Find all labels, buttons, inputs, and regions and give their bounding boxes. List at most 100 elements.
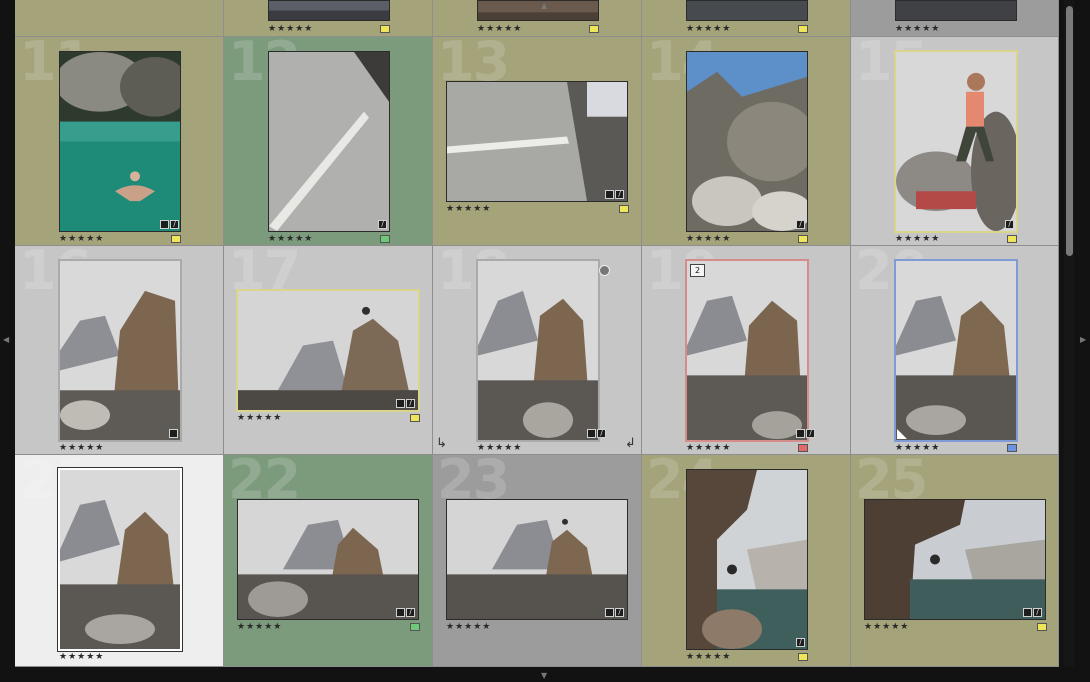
color-label-green[interactable] [380,235,390,243]
grid-cell-23[interactable]: 23 / ★★★★★ [433,455,642,667]
star-rating[interactable]: ★★★★★ [864,622,909,632]
badge-crop-icon[interactable] [605,608,614,617]
thumbnail[interactable] [59,51,181,232]
thumbnail[interactable] [268,51,390,232]
badge-crop-icon[interactable] [1023,608,1032,617]
thumbnail[interactable] [864,499,1046,620]
star-rating[interactable]: ★★★★★ [446,204,491,214]
stack-count-badge[interactable]: 2 [690,264,706,277]
thumbnail[interactable] [686,0,808,21]
star-rating[interactable]: ★★★★★ [686,234,731,244]
star-rating[interactable]: ★★★★★ [895,24,940,34]
grid-cell-12[interactable]: 12 / ★★★★★ [224,37,433,246]
star-rating[interactable]: ★★★★★ [686,24,731,34]
color-label-yellow[interactable] [380,25,390,33]
color-label-yellow[interactable] [798,25,808,33]
grid-cell-25[interactable]: 25 / ★★★★★ [851,455,1059,667]
grid-cell-18[interactable]: 18 / ★★★★★ ↳ ↲ [433,246,642,455]
badge-develop-icon[interactable]: / [615,608,624,617]
color-label-yellow[interactable] [171,235,181,243]
star-rating[interactable]: ★★★★★ [446,622,491,632]
star-rating[interactable]: ★★★★★ [237,622,282,632]
thumbnail[interactable] [477,0,599,21]
badge-develop-icon[interactable]: / [406,608,415,617]
grid-cell-15[interactable]: 15 / ★★★★★ [851,37,1059,246]
color-label-yellow[interactable] [410,414,420,422]
grid-cell[interactable]: ★★★★★ [433,0,642,37]
virtual-copy-icon[interactable] [599,265,610,276]
badge-develop-icon[interactable]: / [1033,608,1042,617]
thumbnail[interactable] [58,259,182,442]
badge-crop-icon[interactable] [169,429,178,438]
badge-develop-icon[interactable]: / [170,220,179,229]
color-label-yellow[interactable] [589,25,599,33]
thumbnail[interactable] [895,0,1017,21]
star-rating[interactable]: ★★★★★ [268,234,313,244]
grid-cell-17[interactable]: 17 / ★★★★★ [224,246,433,455]
grid-cell[interactable]: ★★★★★ [642,0,851,37]
star-rating[interactable]: ★★★★★ [686,443,731,453]
thumbnail-selected[interactable] [685,259,809,442]
badge-develop-icon[interactable]: / [806,429,815,438]
stack-return-icon[interactable]: ↲ [625,436,636,451]
grid-cell-21[interactable]: 21 ★★★★★ [15,455,224,667]
badge-crop-icon[interactable] [796,429,805,438]
thumbnail[interactable] [686,469,808,650]
thumbnail[interactable] [686,51,808,232]
thumbnail[interactable] [476,259,600,442]
thumbnail[interactable] [237,499,419,620]
badge-develop-icon[interactable]: / [615,190,624,199]
scrollbar-thumb[interactable] [1066,6,1073,256]
thumbnail[interactable] [268,0,390,21]
star-rating[interactable]: ★★★★★ [268,24,313,34]
thumbnail[interactable] [446,499,628,620]
thumbnail-selected[interactable] [57,467,183,652]
grid-cell-11[interactable]: 11 / ★★★★★ [15,37,224,246]
edge-arrow-icon[interactable]: ▶ [1080,335,1086,344]
star-rating[interactable]: ★★★★★ [59,443,104,453]
library-grid[interactable]: ★★★★★ ★★★★★ ★★★★★ ★★★★★ 11 / ★★★★★ 12 / … [15,0,1059,667]
grid-cell-20[interactable]: 20 ★★★★★ [851,246,1059,455]
color-label-green[interactable] [410,623,420,631]
color-label-yellow[interactable] [798,653,808,661]
thumbnail-selected[interactable] [894,50,1018,233]
edge-arrow-icon[interactable]: ▲ [541,1,547,10]
badge-develop-icon[interactable]: / [597,429,606,438]
badge-develop-icon[interactable]: / [796,638,805,647]
badge-crop-icon[interactable] [605,190,614,199]
grid-cell-19[interactable]: 19 2 / ★★★★★ [642,246,851,455]
badge-develop-icon[interactable]: / [406,399,415,408]
grid-cell-16[interactable]: 16 ★★★★★ [15,246,224,455]
grid-cell[interactable]: ★★★★★ [851,0,1059,37]
badge-crop-icon[interactable] [396,608,405,617]
color-label-yellow[interactable] [1037,623,1047,631]
grid-cell-13[interactable]: 13 / ★★★★★ [433,37,642,246]
badge-crop-icon[interactable] [587,429,596,438]
star-rating[interactable]: ★★★★★ [686,652,731,662]
star-rating[interactable]: ★★★★★ [59,234,104,244]
star-rating[interactable]: ★★★★★ [59,652,104,662]
badge-develop-icon[interactable]: / [378,220,387,229]
edge-arrow-icon[interactable]: ▼ [541,671,547,680]
star-rating[interactable]: ★★★★★ [477,443,522,453]
badge-crop-icon[interactable] [160,220,169,229]
grid-cell[interactable]: ★★★★★ [224,0,433,37]
badge-crop-icon[interactable] [396,399,405,408]
star-rating[interactable]: ★★★★★ [895,443,940,453]
grid-cell-22[interactable]: 22 / ★★★★★ [224,455,433,667]
star-rating[interactable]: ★★★★★ [895,234,940,244]
badge-develop-icon[interactable]: / [796,220,805,229]
badge-develop-icon[interactable]: / [1005,220,1014,229]
stack-return-icon[interactable]: ↳ [436,436,447,451]
color-label-yellow[interactable] [798,235,808,243]
thumbnail-selected[interactable] [894,259,1018,442]
color-label-yellow[interactable] [1007,235,1017,243]
thumbnail[interactable] [446,81,628,202]
grid-cell[interactable] [15,0,224,37]
thumbnail-selected[interactable] [236,289,420,412]
star-rating[interactable]: ★★★★★ [477,24,522,34]
grid-cell-14[interactable]: 14 / ★★★★★ [642,37,851,246]
color-label-yellow[interactable] [619,205,629,213]
edge-arrow-icon[interactable]: ◀ [3,335,9,344]
color-label-blue[interactable] [1007,444,1017,452]
